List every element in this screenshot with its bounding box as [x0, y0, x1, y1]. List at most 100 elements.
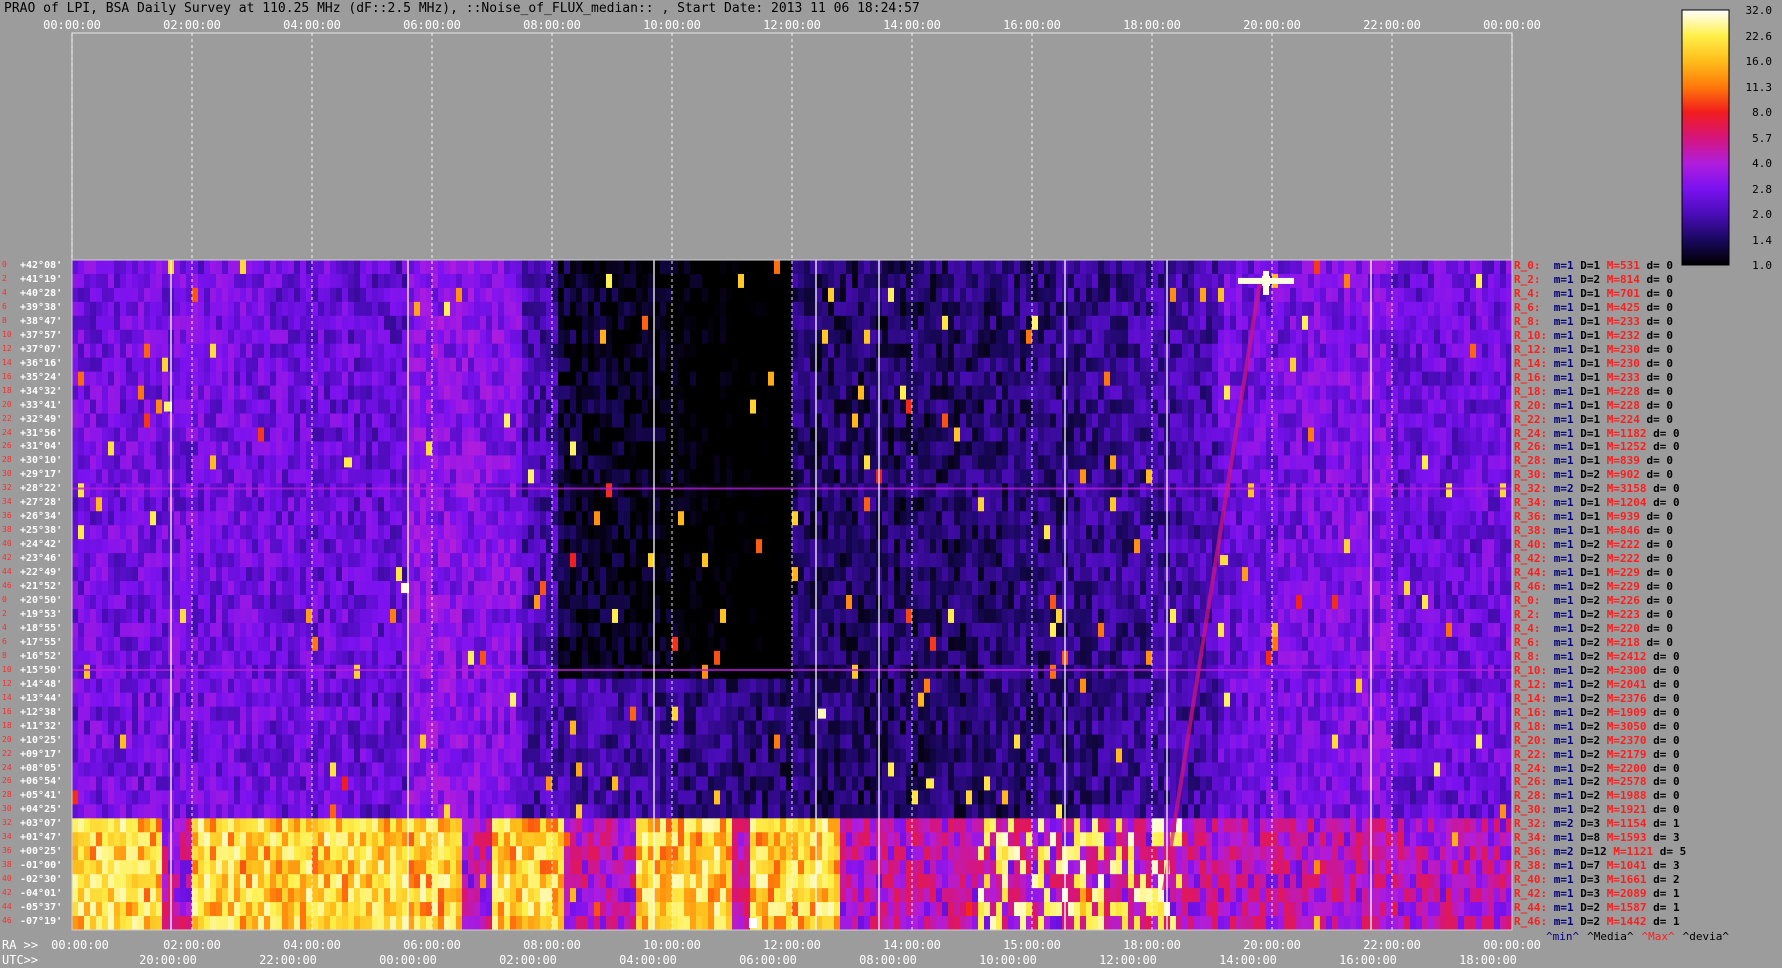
heatmap-cell — [330, 372, 336, 386]
heatmap-cell — [1404, 372, 1410, 386]
heatmap-cell — [528, 441, 534, 455]
heatmap-cell — [1386, 441, 1392, 455]
heatmap-cell — [1122, 344, 1128, 358]
heatmap-cell — [528, 344, 534, 358]
heatmap-cell — [714, 441, 720, 455]
heatmap-cell — [1188, 274, 1194, 288]
heatmap-cell — [1014, 372, 1020, 386]
heatmap-cell — [1182, 274, 1188, 288]
heatmap-cell — [1356, 372, 1362, 386]
heatmap-cell — [546, 400, 552, 414]
heatmap-cell — [1194, 539, 1200, 553]
heatmap-cell — [600, 469, 606, 483]
heatmap-cell — [1374, 428, 1380, 442]
heatmap-cell — [1128, 469, 1134, 483]
heatmap-cell — [1002, 316, 1008, 330]
heatmap-cell — [78, 316, 84, 330]
heatmap-cell — [666, 511, 672, 525]
heatmap-cell — [258, 316, 264, 330]
heatmap-cell — [1212, 497, 1218, 511]
heatmap-cell — [1422, 330, 1428, 344]
heatmap-cell — [444, 288, 450, 302]
heatmap-cell — [1500, 525, 1506, 539]
heatmap-cell — [1296, 525, 1302, 539]
heatmap-cell — [480, 455, 486, 469]
heatmap-cell — [120, 441, 126, 455]
heatmap-cell — [294, 330, 300, 344]
heatmap-cell — [342, 302, 348, 316]
heatmap-cell — [1152, 302, 1158, 316]
heatmap-cell — [510, 288, 516, 302]
heatmap-cell — [552, 386, 558, 400]
heatmap-cell — [252, 469, 258, 483]
heatmap-cell — [990, 469, 996, 483]
heatmap-cell — [222, 344, 228, 358]
heatmap-cell — [120, 400, 126, 414]
heatmap-cell — [1140, 455, 1146, 469]
heatmap-cell — [1254, 497, 1260, 511]
heatmap-cell — [270, 525, 276, 539]
heatmap-cell — [378, 469, 384, 483]
heatmap-cell — [1092, 344, 1098, 358]
heatmap-cell — [768, 497, 774, 511]
heatmap-cell — [552, 455, 558, 469]
heatmap-cell — [1242, 539, 1248, 553]
heatmap-cell — [1038, 386, 1044, 400]
heatmap-cell — [1362, 386, 1368, 400]
heatmap-cell — [1236, 372, 1242, 386]
heatmap-cell — [834, 316, 840, 330]
heatmap-cell — [492, 414, 498, 428]
heatmap-cell — [1476, 386, 1482, 400]
heatmap-cell — [1182, 469, 1188, 483]
heatmap-cell — [588, 511, 594, 525]
heatmap-cell — [1086, 274, 1092, 288]
heatmap-cell — [690, 358, 696, 372]
heatmap-cell — [738, 344, 744, 358]
heatmap-cell — [258, 455, 264, 469]
heatmap-cell — [354, 428, 360, 442]
heatmap-cell — [300, 428, 306, 442]
heatmap-cell — [762, 511, 768, 525]
heatmap-cell — [1182, 330, 1188, 344]
heatmap-cell — [894, 400, 900, 414]
heatmap-cell — [996, 372, 1002, 386]
heatmap-cell — [198, 497, 204, 511]
heatmap-cell — [1380, 316, 1386, 330]
heatmap-cell — [1056, 428, 1062, 442]
heatmap-cell — [138, 414, 144, 428]
heatmap-cell — [1494, 372, 1500, 386]
heatmap-cell — [1296, 274, 1302, 288]
heatmap-cell — [138, 316, 144, 330]
heatmap-cell — [816, 260, 822, 274]
heatmap-cell — [1086, 525, 1092, 539]
heatmap-cell — [972, 414, 978, 428]
heatmap-cell — [1446, 455, 1452, 469]
heatmap-cell — [390, 316, 396, 330]
heatmap-cell — [354, 344, 360, 358]
heatmap-cell — [786, 539, 792, 553]
heatmap-cell — [654, 400, 660, 414]
heatmap-cell — [750, 428, 756, 442]
heatmap-cell — [864, 414, 870, 428]
heatmap-cell — [234, 539, 240, 553]
heatmap-cell — [72, 511, 78, 525]
heatmap-cell — [1086, 414, 1092, 428]
heatmap-cell — [492, 539, 498, 553]
heatmap-cell — [504, 525, 510, 539]
heatmap-cell — [342, 288, 348, 302]
heatmap-cell — [1050, 330, 1056, 344]
heatmap-cell — [852, 455, 858, 469]
heatmap-cell — [822, 455, 828, 469]
heatmap-cell — [528, 539, 534, 553]
heatmap-cell — [174, 274, 180, 288]
heatmap-cell — [366, 455, 372, 469]
heatmap-cell — [1350, 469, 1356, 483]
heatmap-cell — [318, 455, 324, 469]
heatmap-cell — [288, 372, 294, 386]
heatmap-cell — [264, 358, 270, 372]
heatmap-cell — [1194, 316, 1200, 330]
heatmap-cell — [414, 414, 420, 428]
heatmap-cell — [666, 539, 672, 553]
heatmap-cell — [1410, 358, 1416, 372]
heatmap-cell — [570, 260, 576, 274]
